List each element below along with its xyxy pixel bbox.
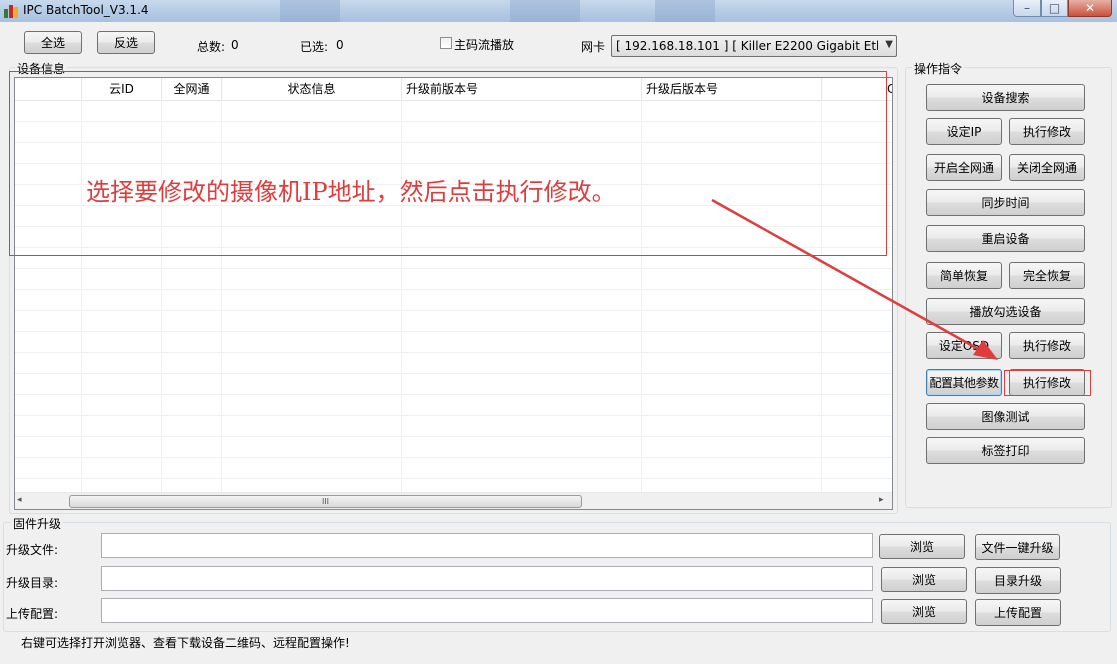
nic-select-value: [ 192.168.18.101 ] [ Killer E2200 Gigabi… bbox=[616, 39, 878, 53]
total-label: 总数: bbox=[197, 40, 226, 54]
scroll-left-icon[interactable]: ◂ bbox=[17, 495, 22, 505]
status-hint: 右键可选择打开浏览器、查看下载设备二维码、远程配置操作! bbox=[21, 636, 350, 650]
close-icon: ✕ bbox=[1084, 1, 1096, 15]
label-print-button[interactable]: 标签打印 bbox=[926, 437, 1085, 464]
maximize-button[interactable]: □ bbox=[1041, 0, 1068, 17]
app-icon bbox=[4, 5, 18, 18]
set-ip-button[interactable]: 设定IP bbox=[926, 118, 1002, 145]
upload-config-label: 上传配置: bbox=[6, 607, 59, 621]
main-stream-label[interactable]: 主码流播放 bbox=[454, 36, 514, 53]
maximize-icon: □ bbox=[1048, 1, 1061, 15]
grip-icon: III bbox=[321, 497, 330, 506]
execute-modify-ip-button[interactable]: 执行修改 bbox=[1009, 118, 1085, 145]
background-decoration bbox=[510, 0, 580, 22]
browse-file-button[interactable]: 浏览 bbox=[879, 534, 965, 559]
grid-line bbox=[15, 394, 892, 395]
minimize-button[interactable]: – bbox=[1013, 0, 1041, 17]
nic-label: 网卡 bbox=[581, 40, 606, 54]
chevron-down-icon: ▼ bbox=[885, 39, 893, 50]
background-decoration bbox=[655, 0, 715, 22]
upgrade-file-label: 升级文件: bbox=[6, 543, 59, 557]
nic-select[interactable]: [ 192.168.18.101 ] [ Killer E2200 Gigabi… bbox=[611, 35, 897, 57]
operations-title: 操作指令 bbox=[912, 60, 965, 77]
browse-config-button[interactable]: 浏览 bbox=[881, 599, 967, 624]
upload-config-button[interactable]: 上传配置 bbox=[975, 599, 1061, 626]
annotation-arrow-icon bbox=[711, 198, 998, 360]
upgrade-file-input[interactable] bbox=[101, 533, 873, 558]
annotation-text: 选择要修改的摄像机IP地址，然后点击执行修改。 bbox=[86, 178, 616, 206]
browse-dir-button[interactable]: 浏览 bbox=[881, 567, 967, 592]
total-count: 0 bbox=[231, 38, 239, 52]
full-restore-button[interactable]: 完全恢复 bbox=[1009, 262, 1085, 289]
select-all-button[interactable]: 全选 bbox=[24, 31, 82, 54]
image-test-button[interactable]: 图像测试 bbox=[926, 403, 1085, 430]
grid-line bbox=[15, 436, 892, 437]
selected-label: 已选: bbox=[300, 40, 329, 54]
upgrade-dir-input[interactable] bbox=[101, 566, 873, 591]
annotation-highlight-button bbox=[1004, 370, 1091, 396]
selected-count: 0 bbox=[336, 38, 344, 52]
disable-all-net-button[interactable]: 关闭全网通 bbox=[1009, 154, 1085, 181]
execute-modify-osd-button[interactable]: 执行修改 bbox=[1009, 332, 1085, 359]
upgrade-dir-label: 升级目录: bbox=[6, 576, 59, 590]
close-button[interactable]: ✕ bbox=[1068, 0, 1112, 17]
window-title: IPC BatchTool_V3.1.4 bbox=[23, 3, 149, 17]
title-bar[interactable]: IPC BatchTool_V3.1.4 – □ ✕ bbox=[0, 0, 1117, 22]
device-search-button[interactable]: 设备搜索 bbox=[926, 84, 1085, 111]
scrollbar-thumb[interactable]: III bbox=[69, 495, 582, 508]
file-one-click-upgrade-button[interactable]: 文件一键升级 bbox=[975, 534, 1060, 560]
horizontal-scrollbar[interactable]: ◂ III ▸ bbox=[15, 492, 892, 509]
scroll-right-icon[interactable]: ▸ bbox=[879, 495, 884, 505]
grid-line bbox=[15, 457, 892, 458]
upload-config-input[interactable] bbox=[101, 598, 873, 623]
background-decoration bbox=[280, 0, 340, 22]
enable-all-net-button[interactable]: 开启全网通 bbox=[926, 154, 1002, 181]
grid-line bbox=[15, 478, 892, 479]
firmware-upgrade-title: 固件升级 bbox=[11, 515, 64, 532]
minimize-icon: – bbox=[1024, 1, 1030, 15]
invert-select-button[interactable]: 反选 bbox=[97, 31, 155, 54]
grid-line bbox=[15, 415, 892, 416]
dir-upgrade-button[interactable]: 目录升级 bbox=[975, 567, 1061, 594]
config-other-params-button[interactable]: 配置其他参数 bbox=[926, 369, 1002, 396]
main-stream-checkbox[interactable] bbox=[440, 37, 452, 49]
grid-line bbox=[15, 373, 892, 374]
